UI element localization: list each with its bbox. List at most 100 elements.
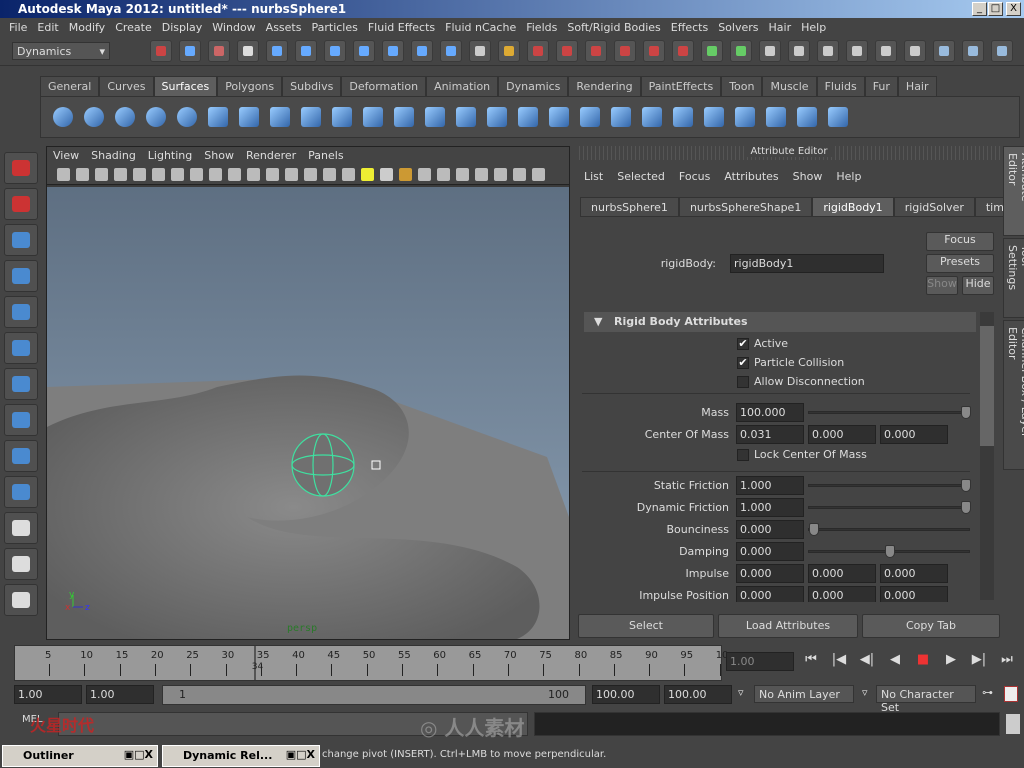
tab-attribute-editor[interactable]: Attribute Editor — [1003, 146, 1024, 236]
menu-fields[interactable]: Fields — [521, 21, 562, 36]
impulse-field[interactable]: 0.000 — [736, 564, 804, 583]
outliner-layout-icon[interactable] — [4, 584, 38, 616]
tab-tool-settings[interactable]: Tool Settings — [1003, 238, 1024, 318]
slider-handle[interactable] — [961, 406, 971, 419]
shelf-tab-subdivs[interactable]: Subdivs — [282, 76, 342, 96]
shelf-tab-curves[interactable]: Curves — [99, 76, 154, 96]
menu-display[interactable]: Display — [157, 21, 208, 36]
shelf-tab-animation[interactable]: Animation — [426, 76, 499, 96]
close-button[interactable]: X — [1006, 2, 1021, 16]
center-of-mass-field[interactable]: 0.031 — [736, 425, 804, 444]
3d-scene[interactable]: persp yz x — [47, 187, 569, 639]
status-tool-icon[interactable] — [179, 40, 201, 62]
status-tool-icon[interactable] — [556, 40, 578, 62]
viewport-toolbar-icon[interactable] — [456, 168, 469, 181]
shelf-tab-polygons[interactable]: Polygons — [217, 76, 283, 96]
impulse-field[interactable]: 0.000 — [880, 564, 948, 583]
status-tool-icon[interactable] — [208, 40, 230, 62]
taskbar-outliner[interactable]: Outliner ▣□X — [2, 745, 158, 767]
dropdown-arrow-icon[interactable]: ▿ — [862, 686, 868, 699]
soft-mod-tool-icon[interactable] — [4, 404, 38, 436]
viewport-toolbar-icon[interactable] — [380, 168, 393, 181]
status-tool-icon[interactable] — [788, 40, 810, 62]
shelf-tab-dynamics[interactable]: Dynamics — [498, 76, 569, 96]
shelf-surface-tool-icon[interactable] — [638, 103, 666, 131]
play-backward-icon[interactable]: ◀ — [884, 652, 906, 672]
step-back-key-icon[interactable]: |◀ — [828, 652, 850, 672]
shelf-surface-tool-icon[interactable] — [390, 103, 418, 131]
status-tool-icon[interactable] — [817, 40, 839, 62]
viewport-toolbar-icon[interactable] — [95, 168, 108, 181]
viewport-menu-shading[interactable]: Shading — [91, 149, 136, 162]
viewport-toolbar-icon[interactable] — [76, 168, 89, 181]
status-tool-icon[interactable] — [962, 40, 984, 62]
viewport-toolbar-icon[interactable] — [494, 168, 507, 181]
status-tool-icon[interactable] — [846, 40, 868, 62]
step-back-frame-icon[interactable]: ◀| — [856, 652, 878, 672]
dynamic-friction-field[interactable]: 1.000 — [736, 498, 804, 517]
tab-channel-box[interactable]: Channel Box / Layer Editor — [1003, 320, 1024, 470]
playback-start-field[interactable]: 1.00 — [86, 685, 154, 704]
status-tool-icon[interactable] — [991, 40, 1013, 62]
viewport-toolbar-icon[interactable] — [152, 168, 165, 181]
viewport-menu-lighting[interactable]: Lighting — [148, 149, 192, 162]
copy-tab-button[interactable]: Copy Tab — [862, 614, 1000, 638]
viewport-toolbar-icon[interactable] — [228, 168, 241, 181]
scrollbar[interactable] — [980, 312, 994, 600]
viewport-toolbar-icon[interactable] — [532, 168, 545, 181]
status-tool-icon[interactable] — [672, 40, 694, 62]
status-tool-icon[interactable] — [150, 40, 172, 62]
status-tool-icon[interactable] — [382, 40, 404, 62]
shelf-tab-toon[interactable]: Toon — [721, 76, 763, 96]
step-forward-key-icon[interactable]: ▶| — [968, 652, 990, 672]
menu-soft-rigid-bodies[interactable]: Soft/Rigid Bodies — [562, 21, 665, 36]
shelf-tab-fluids[interactable]: Fluids — [816, 76, 865, 96]
play-forward-icon[interactable]: ▶ — [940, 652, 962, 672]
viewport-toolbar-icon[interactable] — [418, 168, 431, 181]
impulse-position-field[interactable]: 0.000 — [736, 586, 804, 602]
time-slider[interactable]: 5 10 15 20 25 30 35 40 45 50 55 60 65 70 75 80 85 90 95 10 3… — [14, 645, 728, 681]
status-tool-icon[interactable] — [295, 40, 317, 62]
status-tool-icon[interactable] — [353, 40, 375, 62]
current-time-field[interactable]: 1.00 — [726, 652, 794, 671]
shelf-surface-tool-icon[interactable] — [297, 103, 325, 131]
viewport-toolbar-icon[interactable] — [304, 168, 317, 181]
viewport-toolbar-icon[interactable] — [437, 168, 450, 181]
shelf-tab-painteffects[interactable]: PaintEffects — [640, 76, 722, 96]
menu-effects[interactable]: Effects — [666, 21, 713, 36]
select-button[interactable]: Select — [578, 614, 714, 638]
rotate-tool-icon[interactable] — [4, 296, 38, 328]
static-friction-slider[interactable] — [808, 479, 971, 492]
mass-slider[interactable] — [808, 406, 971, 419]
status-tool-icon[interactable] — [498, 40, 520, 62]
viewport-toolbar-icon[interactable] — [114, 168, 127, 181]
shelf-surface-tool-icon[interactable] — [80, 103, 108, 131]
stop-icon[interactable]: ■ — [912, 652, 934, 672]
character-set-dropdown[interactable]: No Character Set — [876, 685, 976, 714]
impulse-field[interactable]: 0.000 — [808, 564, 876, 583]
anim-layer-dropdown[interactable]: No Anim Layer — [754, 685, 854, 703]
menu-hair[interactable]: Hair — [764, 21, 797, 36]
checkbox-lock-center-of-mass[interactable] — [737, 449, 749, 461]
slider-handle[interactable] — [885, 545, 895, 558]
shelf-surface-tool-icon[interactable] — [173, 103, 201, 131]
shelf-tab-hair[interactable]: Hair — [897, 76, 937, 96]
shelf-surface-tool-icon[interactable] — [762, 103, 790, 131]
shelf-surface-tool-icon[interactable] — [142, 103, 170, 131]
shelf-tab-general[interactable]: General — [40, 76, 100, 96]
shelf-surface-tool-icon[interactable] — [731, 103, 759, 131]
status-tool-icon[interactable] — [324, 40, 346, 62]
viewport-toolbar-icon[interactable] — [266, 168, 279, 181]
scale-tool-icon[interactable] — [4, 332, 38, 364]
shelf-surface-tool-icon[interactable] — [359, 103, 387, 131]
show-manipulator-icon[interactable] — [4, 440, 38, 472]
shelf-tab-muscle[interactable]: Muscle — [762, 76, 817, 96]
start-time-field[interactable]: 1.00 — [14, 685, 82, 704]
viewport-menu-panels[interactable]: Panels — [308, 149, 343, 162]
viewport-toolbar-icon[interactable] — [285, 168, 298, 181]
shelf-surface-tool-icon[interactable] — [235, 103, 263, 131]
bounciness-slider[interactable] — [808, 523, 970, 536]
viewport-toolbar-icon[interactable] — [513, 168, 526, 181]
status-tool-icon[interactable] — [585, 40, 607, 62]
bounciness-field[interactable]: 0.000 — [736, 520, 804, 539]
